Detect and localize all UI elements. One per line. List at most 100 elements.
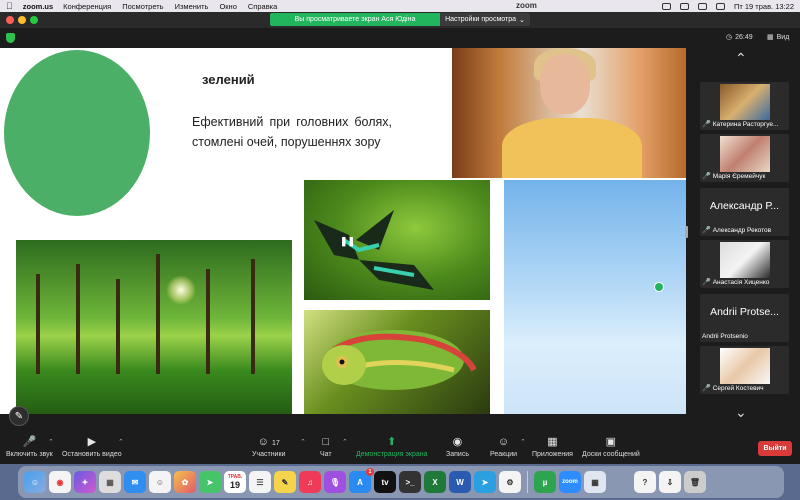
video-camera-icon: ▶ [87,436,97,448]
stop-video-button[interactable]: ▶ Остановить видео [62,436,122,458]
speaker-scarf [502,118,642,178]
trash-icon[interactable]: 🗑 [684,471,706,493]
help-icon[interactable]: ? [634,471,656,493]
participants-caret-icon[interactable]: ⌃ [300,438,306,446]
close-window-button[interactable] [6,16,14,24]
chat-icon: □ [322,436,330,448]
preview-icon[interactable]: ▦ [584,471,606,493]
music-icon[interactable]: ♫ [299,471,321,493]
mail-icon[interactable]: ✉ [124,471,146,493]
participants-label: Участники [252,451,286,458]
scroll-down-chevron-icon[interactable]: ⌄ [735,404,747,421]
notes-icon[interactable]: ✎ [274,471,296,493]
unmute-button[interactable]: 🎤 Включить звук [6,436,53,458]
butterfly-image [304,180,490,300]
record-button[interactable]: ◉ Запись [446,436,469,458]
menu-app-name[interactable]: zoom.us [23,2,53,11]
calendar-icon[interactable]: ТРАВ. 19 [224,471,246,493]
audio-options-caret-icon[interactable]: ⌃ [48,438,54,446]
view-options-label: Настройки просмотра [445,16,516,23]
chrome-icon[interactable]: ◉ [49,471,71,493]
launchpad-icon[interactable]: ▦ [99,471,121,493]
clock-icon: ◷ [726,34,733,41]
menubar-status-icon[interactable] [661,2,671,10]
participant-tile[interactable]: 🎤 Анастасія Хиценко [700,240,789,288]
search-icon[interactable] [697,2,707,10]
sidebar-resize-handle[interactable] [685,226,688,238]
participants-count: 17 [271,440,280,447]
annotate-pencil-icon[interactable]: ✎ [9,406,29,426]
speaker-video[interactable] [452,48,686,178]
apps-button[interactable]: ▦ Приложения [532,436,573,458]
word-icon[interactable]: W [449,471,471,493]
chat-caret-icon[interactable]: ⌃ [342,438,348,446]
terminal-icon[interactable]: >_ [399,471,421,493]
participant-tile[interactable]: Andrii Protse... Andrii Protsenio [700,294,789,342]
menu-item-window[interactable]: Окно [219,2,236,11]
photos-icon[interactable]: ✿ [174,471,196,493]
share-screen-button[interactable]: ⬆ Демонстрация экрана [356,436,428,458]
menu-item-help[interactable]: Справка [248,2,277,11]
telegram-icon[interactable]: ➤ [474,471,496,493]
menu-item-edit[interactable]: Изменить [175,2,209,11]
maximize-window-button[interactable] [30,16,38,24]
scroll-up-chevron-icon[interactable]: ⌃ [735,50,747,67]
reminders-icon[interactable]: ☰ [249,471,271,493]
participant-name: 🎤 Марія Єремейчук [702,172,766,181]
reactions-label: Реакции [490,451,518,458]
whiteboards-button[interactable]: ▣ Доски сообщений [582,436,640,458]
apple-icon[interactable]:  [6,1,13,11]
menubar-datetime[interactable]: Пт 19 трав. 13:22 [734,2,794,11]
zoom-dock-icon[interactable]: zoom [559,471,581,493]
participant-tile[interactable]: 🎤 Марія Єремейчук [700,134,789,182]
video-options-caret-icon[interactable]: ⌃ [118,438,124,446]
chevron-down-icon: ⌄ [519,16,525,24]
apps-icon: ▦ [547,436,558,448]
excel-icon[interactable]: X [424,471,446,493]
finder-icon[interactable]: ☺ [24,471,46,493]
app-store-icon[interactable]: A1 [349,468,374,493]
participant-display-name: Александр Р... [709,200,780,212]
reactions-caret-icon[interactable]: ⌃ [520,438,526,446]
meeting-timer: ◷ 26:49 [726,33,753,42]
maps-icon[interactable]: ➤ [199,471,221,493]
chat-button[interactable]: □ Чат [320,436,332,458]
view-options-button[interactable]: Настройки просмотра ⌄ [440,13,530,26]
wifi-icon[interactable] [679,2,689,10]
utorrent-icon[interactable]: µ [534,471,556,493]
tree-trunk [76,264,80,374]
minimize-window-button[interactable] [18,16,26,24]
reactions-button[interactable]: ☺ Реакции [490,436,517,458]
participant-name: 🎤 Анастасія Хиценко [702,278,770,287]
settings-icon[interactable]: ⚙ [499,471,521,493]
menu-item-conference[interactable]: Конференция [63,2,111,11]
menu-item-view[interactable]: Посмотреть [122,2,163,11]
apple-tv-icon[interactable]: tv [374,471,396,493]
participants-button[interactable]: ☺ 17 Участники [252,436,285,458]
participant-tile[interactable]: Александр Р... 🎤 Александр Рекотов [700,188,789,236]
security-shield-icon[interactable] [6,33,15,43]
contacts-icon[interactable]: ☺ [149,471,171,493]
view-label: Вид [776,33,790,41]
tree-trunk [116,279,120,374]
tree-trunk [251,259,255,374]
view-button[interactable]: ▦ Вид [767,33,790,42]
apps-label: Приложения [532,451,573,458]
downloads-icon[interactable]: ⇩ [659,471,681,493]
leave-button[interactable]: Выйти [758,441,792,456]
participant-tile[interactable]: 🎤 Сергей Костевич [700,346,789,394]
participant-tile[interactable]: 🎤 Катерина Расторгуе... [700,82,789,130]
share-screen-icon: ⬆ [387,436,397,448]
share-banner: Вы просматриваете экран Ася Юдіна Настро… [270,13,530,26]
whiteboards-label: Доски сообщений [582,451,640,458]
podcasts-icon[interactable]: 🎙 [324,471,346,493]
zoom-menubar-logo: zoom [516,1,537,10]
participant-name: Andrii Protsenio [702,333,748,340]
butterfly-shape [314,210,434,290]
participants-icon: ☺ 17 [257,436,280,448]
whiteboard-icon: ▣ [605,436,617,448]
siri-icon[interactable]: ✦ [74,471,96,493]
pause-icon[interactable]: ❚❚ [340,236,355,247]
control-center-icon[interactable] [715,2,725,10]
meeting-top-strip [0,28,800,48]
